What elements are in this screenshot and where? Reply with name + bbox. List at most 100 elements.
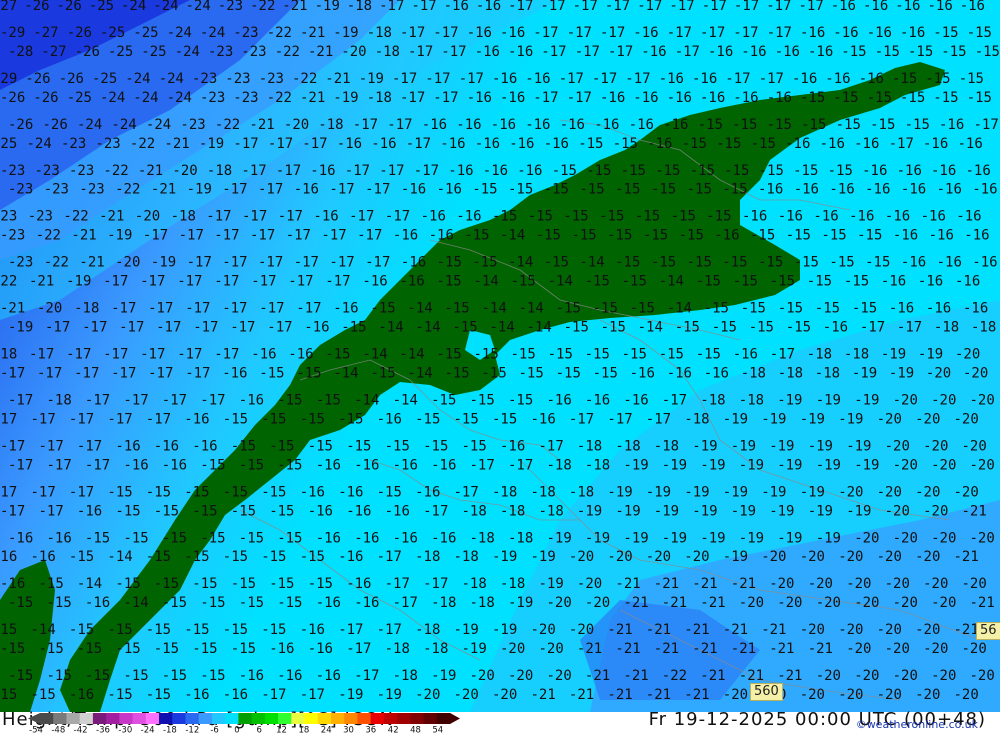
isotherm-label: -16 [895,0,920,14]
isotherm-label: -15 [308,576,333,592]
isotherm-label: -20 [854,530,879,546]
isotherm-label: -20 [723,687,748,703]
isotherm-label: -20 [846,576,871,592]
isotherm-label: -15 [712,320,737,336]
isotherm-label: -15 [749,320,774,336]
isotherm-label: -19 [816,393,841,409]
isotherm-label: -15 [436,347,461,363]
isotherm-label: -19 [777,393,802,409]
isotherm-label: -15 [841,44,866,60]
isotherm-label: -15 [277,393,302,409]
isotherm-label: -15 [698,117,723,133]
isotherm-label: -17 [177,347,202,363]
isotherm-label: -19 [889,366,914,382]
isotherm-label: -14 [362,347,387,363]
isotherm-label: -15 [933,90,958,106]
isotherm-label: -20 [893,595,918,611]
isotherm-label: -15 [338,411,363,427]
isotherm-label: -24 [153,0,178,14]
isotherm-label: -17 [567,90,592,106]
isotherm-label: -21 [700,668,725,684]
isotherm-label: -15 [85,530,110,546]
isotherm-label: -15 [436,274,461,290]
isotherm-label: -21 [962,503,987,519]
isotherm-label: -21 [769,641,794,657]
isotherm-label: -15 [696,347,721,363]
isotherm-label: -19 [66,274,91,290]
isotherm-label: -15 [123,668,148,684]
isotherm-label: -22 [115,182,140,198]
isotherm-label: -15 [722,255,747,271]
isotherm-label: -16 [923,136,948,152]
isotherm-label: -16 [467,90,492,106]
isotherm-label: -19 [585,530,610,546]
isotherm-label: -18 [367,90,392,106]
isotherm-label: -16 [508,44,533,60]
isotherm-label: -16 [808,44,833,60]
isotherm-label: -20 [492,687,517,703]
isotherm-label: -15 [671,209,696,225]
isotherm-label: -15 [544,182,569,198]
isotherm-label: -20 [923,503,948,519]
isotherm-label: -16 [647,136,672,152]
isotherm-label: -26 [67,25,92,41]
isotherm-label: -16 [300,622,325,638]
isotherm-label: -15 [192,576,217,592]
legend-tick-label: 30 [343,726,354,734]
isotherm-label: -18 [500,503,525,519]
isotherm-label: -18 [971,320,996,336]
isotherm-label: -15 [793,163,818,179]
legend-swatch [436,713,451,724]
isotherm-label: -17 [406,136,431,152]
isotherm-label: -17 [470,457,495,473]
isotherm-label: -16 [333,301,358,317]
isotherm-label: -15 [690,163,715,179]
isotherm-label: -19 [846,503,871,519]
isotherm-label: -15 [564,320,589,336]
isotherm-label: -17 [206,209,231,225]
isotherm-label: -15 [146,484,171,500]
isotherm-label: -15 [801,117,826,133]
isotherm-label: -22 [215,117,240,133]
isotherm-label: -19 [854,457,879,473]
isotherm-label: -23 [225,71,250,87]
isotherm-label: -16 [393,228,418,244]
isotherm-label: -21 [692,641,717,657]
isotherm-label: -17 [241,163,266,179]
isotherm-label: -17 [288,274,313,290]
isotherm-label: -23 [8,255,33,271]
isotherm-label: -16 [714,228,739,244]
isotherm-label: -17 [258,182,283,198]
isotherm-label: -22 [36,228,61,244]
isotherm-label: -20 [454,687,479,703]
isotherm-label: -16 [338,549,363,565]
isotherm-label: -16 [431,457,456,473]
isotherm-label: -16 [223,687,248,703]
isotherm-label: -14 [519,301,544,317]
isotherm-label: -17 [69,484,94,500]
isotherm-label: -15 [905,117,930,133]
isotherm-label: -16 [0,549,17,565]
isotherm-label: -21 [282,0,307,14]
isotherm-label: -20 [800,549,825,565]
isotherm-label: -16 [865,182,890,198]
isotherm-label: -21 [569,687,594,703]
isotherm-label: -19 [107,228,132,244]
isotherm-label: -15 [385,438,410,454]
isotherm-label: -15 [908,44,933,60]
isotherm-label: -16 [893,228,918,244]
isotherm-label: -20 [800,687,825,703]
isotherm-label: -16 [288,347,313,363]
isotherm-label: -16 [972,182,997,198]
isotherm-label: -15 [223,484,248,500]
isotherm-label: -17 [353,117,378,133]
isotherm-label: -16 [393,457,418,473]
isotherm-label: -15 [635,209,660,225]
isotherm-label: -15 [162,530,187,546]
legend-swatch [185,713,200,724]
isotherm-label: -15 [277,457,302,473]
legend-swatch [357,713,372,724]
legend-swatch [211,713,226,724]
legend-scale: -54 -48 -42 -36 -30 -24 -18 -12 -6 0 6 12 18 24 30 36 42… [28,713,460,736]
isotherm-label: -17 [559,71,584,87]
